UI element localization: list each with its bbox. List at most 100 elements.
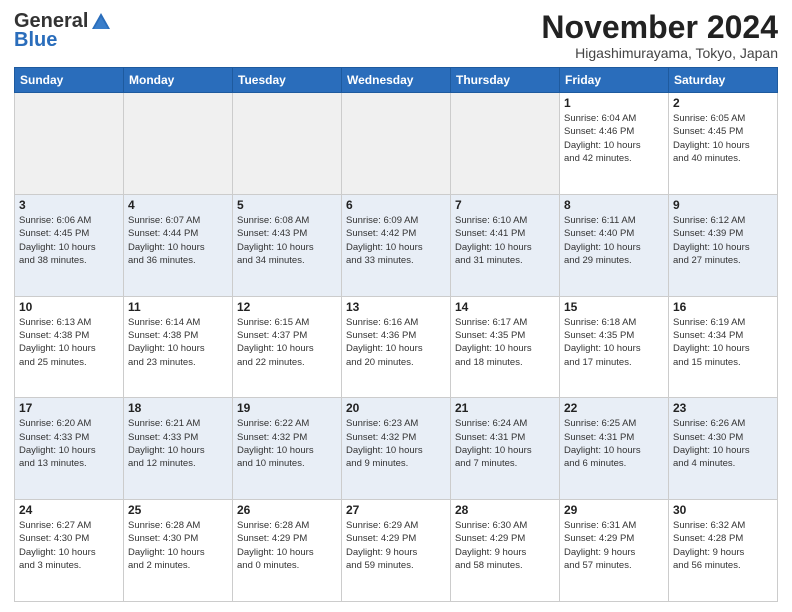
day-number: 24 <box>19 503 119 517</box>
day-info: Sunrise: 6:13 AM Sunset: 4:38 PM Dayligh… <box>19 316 119 369</box>
calendar-cell: 13 Sunrise: 6:16 AM Sunset: 4:36 PM Dayli… <box>342 296 451 398</box>
calendar-cell: 27Sunrise: 6:29 AM Sunset: 4:29 PM Dayli… <box>342 500 451 602</box>
calendar-cell: 12 Sunrise: 6:15 AM Sunset: 4:37 PM Dayli… <box>233 296 342 398</box>
logo-icon <box>90 11 112 33</box>
calendar-week-4: 17 Sunrise: 6:20 AM Sunset: 4:33 PM Dayli… <box>15 398 778 500</box>
calendar-cell: 1 Sunrise: 6:04 AM Sunset: 4:46 PM Daylig… <box>560 93 669 195</box>
calendar-cell: 21 Sunrise: 6:24 AM Sunset: 4:31 PM Dayli… <box>451 398 560 500</box>
day-number: 21 <box>455 401 555 415</box>
calendar-cell: 9 Sunrise: 6:12 AM Sunset: 4:39 PM Daylig… <box>669 194 778 296</box>
weekday-header-friday: Friday <box>560 68 669 93</box>
logo: General Blue <box>14 10 112 52</box>
day-info: Sunrise: 6:26 AM Sunset: 4:30 PM Dayligh… <box>673 417 773 470</box>
day-info: Sunrise: 6:21 AM Sunset: 4:33 PM Dayligh… <box>128 417 228 470</box>
day-number: 1 <box>564 96 664 110</box>
day-info: Sunrise: 6:28 AM Sunset: 4:29 PM Dayligh… <box>237 519 337 572</box>
day-info: Sunrise: 6:09 AM Sunset: 4:42 PM Dayligh… <box>346 214 446 267</box>
calendar-cell: 2 Sunrise: 6:05 AM Sunset: 4:45 PM Daylig… <box>669 93 778 195</box>
calendar-cell: 24Sunrise: 6:27 AM Sunset: 4:30 PM Dayli… <box>15 500 124 602</box>
day-info: Sunrise: 6:05 AM Sunset: 4:45 PM Dayligh… <box>673 112 773 165</box>
calendar-cell: 11 Sunrise: 6:14 AM Sunset: 4:38 PM Dayli… <box>124 296 233 398</box>
header: General Blue November 2024 Higashimuraya… <box>14 10 778 61</box>
calendar-cell: 15 Sunrise: 6:18 AM Sunset: 4:35 PM Dayli… <box>560 296 669 398</box>
weekday-header-saturday: Saturday <box>669 68 778 93</box>
month-title: November 2024 <box>541 10 778 45</box>
day-number: 7 <box>455 198 555 212</box>
day-number: 18 <box>128 401 228 415</box>
logo-blue-text: Blue <box>14 29 57 52</box>
day-number: 27 <box>346 503 446 517</box>
day-info: Sunrise: 6:16 AM Sunset: 4:36 PM Dayligh… <box>346 316 446 369</box>
calendar-week-3: 10 Sunrise: 6:13 AM Sunset: 4:38 PM Dayli… <box>15 296 778 398</box>
calendar-cell: 3Sunrise: 6:06 AM Sunset: 4:45 PM Daylig… <box>15 194 124 296</box>
weekday-header-monday: Monday <box>124 68 233 93</box>
day-info: Sunrise: 6:28 AM Sunset: 4:30 PM Dayligh… <box>128 519 228 572</box>
weekday-header-wednesday: Wednesday <box>342 68 451 93</box>
calendar-cell: 7 Sunrise: 6:10 AM Sunset: 4:41 PM Daylig… <box>451 194 560 296</box>
day-number: 10 <box>19 300 119 314</box>
day-number: 20 <box>346 401 446 415</box>
day-info: Sunrise: 6:11 AM Sunset: 4:40 PM Dayligh… <box>564 214 664 267</box>
day-info: Sunrise: 6:18 AM Sunset: 4:35 PM Dayligh… <box>564 316 664 369</box>
calendar-cell: 4Sunrise: 6:07 AM Sunset: 4:44 PM Daylig… <box>124 194 233 296</box>
day-info: Sunrise: 6:24 AM Sunset: 4:31 PM Dayligh… <box>455 417 555 470</box>
day-number: 19 <box>237 401 337 415</box>
title-section: November 2024 Higashimurayama, Tokyo, Ja… <box>541 10 778 61</box>
day-number: 22 <box>564 401 664 415</box>
day-info: Sunrise: 6:07 AM Sunset: 4:44 PM Dayligh… <box>128 214 228 267</box>
calendar-cell: 8 Sunrise: 6:11 AM Sunset: 4:40 PM Daylig… <box>560 194 669 296</box>
day-info: Sunrise: 6:15 AM Sunset: 4:37 PM Dayligh… <box>237 316 337 369</box>
calendar-cell <box>124 93 233 195</box>
day-info: Sunrise: 6:17 AM Sunset: 4:35 PM Dayligh… <box>455 316 555 369</box>
day-info: Sunrise: 6:12 AM Sunset: 4:39 PM Dayligh… <box>673 214 773 267</box>
calendar-week-5: 24Sunrise: 6:27 AM Sunset: 4:30 PM Dayli… <box>15 500 778 602</box>
calendar-week-2: 3Sunrise: 6:06 AM Sunset: 4:45 PM Daylig… <box>15 194 778 296</box>
day-info: Sunrise: 6:04 AM Sunset: 4:46 PM Dayligh… <box>564 112 664 165</box>
day-number: 2 <box>673 96 773 110</box>
weekday-header-thursday: Thursday <box>451 68 560 93</box>
calendar-header-row: SundayMondayTuesdayWednesdayThursdayFrid… <box>15 68 778 93</box>
day-number: 17 <box>19 401 119 415</box>
day-info: Sunrise: 6:10 AM Sunset: 4:41 PM Dayligh… <box>455 214 555 267</box>
day-number: 12 <box>237 300 337 314</box>
day-number: 8 <box>564 198 664 212</box>
calendar-week-1: 1 Sunrise: 6:04 AM Sunset: 4:46 PM Daylig… <box>15 93 778 195</box>
day-number: 14 <box>455 300 555 314</box>
calendar-cell <box>451 93 560 195</box>
calendar-cell <box>342 93 451 195</box>
calendar-cell: 10 Sunrise: 6:13 AM Sunset: 4:38 PM Dayli… <box>15 296 124 398</box>
calendar-cell: 30Sunrise: 6:32 AM Sunset: 4:28 PM Dayli… <box>669 500 778 602</box>
day-number: 15 <box>564 300 664 314</box>
day-number: 13 <box>346 300 446 314</box>
calendar-cell: 5 Sunrise: 6:08 AM Sunset: 4:43 PM Daylig… <box>233 194 342 296</box>
calendar-cell: 19 Sunrise: 6:22 AM Sunset: 4:32 PM Dayli… <box>233 398 342 500</box>
day-info: Sunrise: 6:22 AM Sunset: 4:32 PM Dayligh… <box>237 417 337 470</box>
page: General Blue November 2024 Higashimuraya… <box>0 0 792 612</box>
weekday-header-tuesday: Tuesday <box>233 68 342 93</box>
location: Higashimurayama, Tokyo, Japan <box>541 45 778 61</box>
day-number: 25 <box>128 503 228 517</box>
calendar-cell: 22 Sunrise: 6:25 AM Sunset: 4:31 PM Dayli… <box>560 398 669 500</box>
day-number: 26 <box>237 503 337 517</box>
day-info: Sunrise: 6:19 AM Sunset: 4:34 PM Dayligh… <box>673 316 773 369</box>
calendar-cell: 28 Sunrise: 6:30 AM Sunset: 4:29 PM Dayli… <box>451 500 560 602</box>
day-number: 30 <box>673 503 773 517</box>
calendar-cell: 16Sunrise: 6:19 AM Sunset: 4:34 PM Dayli… <box>669 296 778 398</box>
calendar-cell: 29 Sunrise: 6:31 AM Sunset: 4:29 PM Dayli… <box>560 500 669 602</box>
day-info: Sunrise: 6:08 AM Sunset: 4:43 PM Dayligh… <box>237 214 337 267</box>
calendar-cell <box>233 93 342 195</box>
day-number: 29 <box>564 503 664 517</box>
day-number: 5 <box>237 198 337 212</box>
calendar-cell: 20Sunrise: 6:23 AM Sunset: 4:32 PM Dayli… <box>342 398 451 500</box>
day-info: Sunrise: 6:20 AM Sunset: 4:33 PM Dayligh… <box>19 417 119 470</box>
calendar-cell: 23Sunrise: 6:26 AM Sunset: 4:30 PM Dayli… <box>669 398 778 500</box>
calendar-cell: 17 Sunrise: 6:20 AM Sunset: 4:33 PM Dayli… <box>15 398 124 500</box>
day-number: 28 <box>455 503 555 517</box>
day-number: 11 <box>128 300 228 314</box>
day-info: Sunrise: 6:30 AM Sunset: 4:29 PM Dayligh… <box>455 519 555 572</box>
calendar-table: SundayMondayTuesdayWednesdayThursdayFrid… <box>14 67 778 602</box>
day-info: Sunrise: 6:14 AM Sunset: 4:38 PM Dayligh… <box>128 316 228 369</box>
day-info: Sunrise: 6:25 AM Sunset: 4:31 PM Dayligh… <box>564 417 664 470</box>
day-number: 9 <box>673 198 773 212</box>
day-info: Sunrise: 6:31 AM Sunset: 4:29 PM Dayligh… <box>564 519 664 572</box>
